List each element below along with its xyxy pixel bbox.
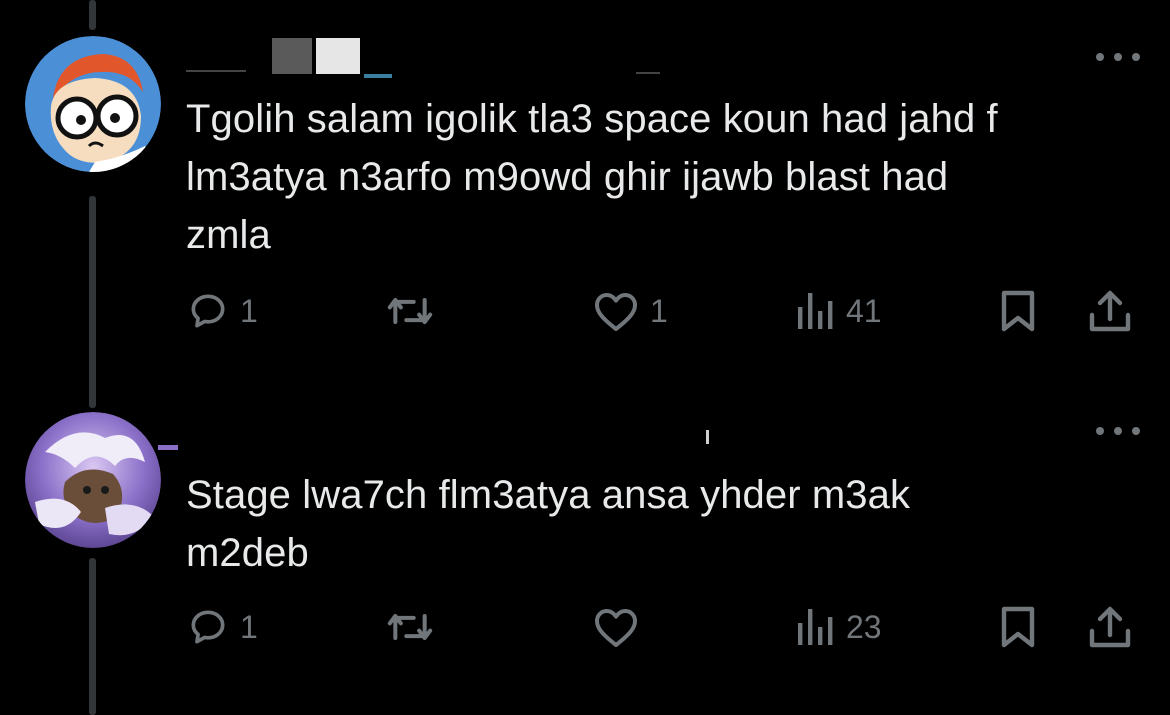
avatar[interactable]	[25, 36, 161, 172]
bookmark-icon	[1001, 290, 1035, 332]
dexter-cartoon-avatar	[25, 36, 161, 172]
tweet-text: Tgolih salam igolik tla3 space koun had …	[186, 97, 998, 257]
tweet-actions: 1 1 41	[186, 286, 1146, 336]
more-button[interactable]	[1096, 420, 1140, 442]
share-button[interactable]	[1088, 286, 1132, 336]
reply-button[interactable]: 1	[186, 602, 258, 652]
more-dots-icon	[1096, 53, 1104, 61]
like-button[interactable]	[592, 602, 650, 652]
heart-icon	[595, 293, 637, 331]
tweet-text: Stage lwa7ch flm3atya ansa yhder m3ak m2…	[186, 473, 911, 575]
redacted-handle-fragment	[364, 74, 392, 78]
heart-icon	[595, 609, 637, 647]
views-bar-chart-icon	[798, 609, 833, 645]
share-upload-icon	[1089, 290, 1131, 332]
reply-tweet[interactable]: Tgolih salam igolik tla3 space koun had …	[0, 0, 1170, 380]
views-count: 41	[846, 292, 882, 329]
redacted-username	[272, 38, 360, 74]
views-bar-chart-icon	[798, 293, 833, 329]
redacted-handle-fragment	[186, 70, 246, 72]
views-button[interactable]: 23	[796, 602, 882, 652]
anime-character-avatar	[25, 412, 161, 548]
like-button[interactable]: 1	[592, 286, 668, 336]
views-button[interactable]: 41	[796, 286, 882, 336]
reply-count: 1	[240, 292, 258, 329]
redacted-handle-fragment	[636, 72, 660, 74]
reply-tweet[interactable]: Stage lwa7ch flm3atya ansa yhder m3ak m2…	[0, 400, 1170, 715]
retweet-button[interactable]	[384, 602, 446, 652]
redacted-handle-fragment	[158, 445, 178, 450]
bookmark-button[interactable]	[998, 286, 1038, 336]
reply-bubble-icon	[191, 294, 225, 328]
retweet-arrows-icon	[387, 297, 433, 325]
bookmark-icon	[1001, 606, 1035, 648]
bookmark-button[interactable]	[998, 602, 1038, 652]
reply-bubble-icon	[191, 610, 225, 644]
retweet-button[interactable]	[384, 286, 446, 336]
views-count: 23	[846, 608, 882, 645]
like-count: 1	[650, 292, 668, 329]
avatar[interactable]	[25, 412, 161, 548]
redacted-handle-fragment	[706, 430, 709, 444]
share-upload-icon	[1089, 606, 1131, 648]
more-dots-icon	[1096, 427, 1104, 435]
retweet-arrows-icon	[387, 613, 433, 641]
reply-button[interactable]: 1	[186, 286, 258, 336]
tweet-actions: 1 23	[186, 602, 1146, 652]
reply-count: 1	[240, 608, 258, 645]
more-button[interactable]	[1096, 46, 1140, 68]
share-button[interactable]	[1088, 602, 1132, 652]
